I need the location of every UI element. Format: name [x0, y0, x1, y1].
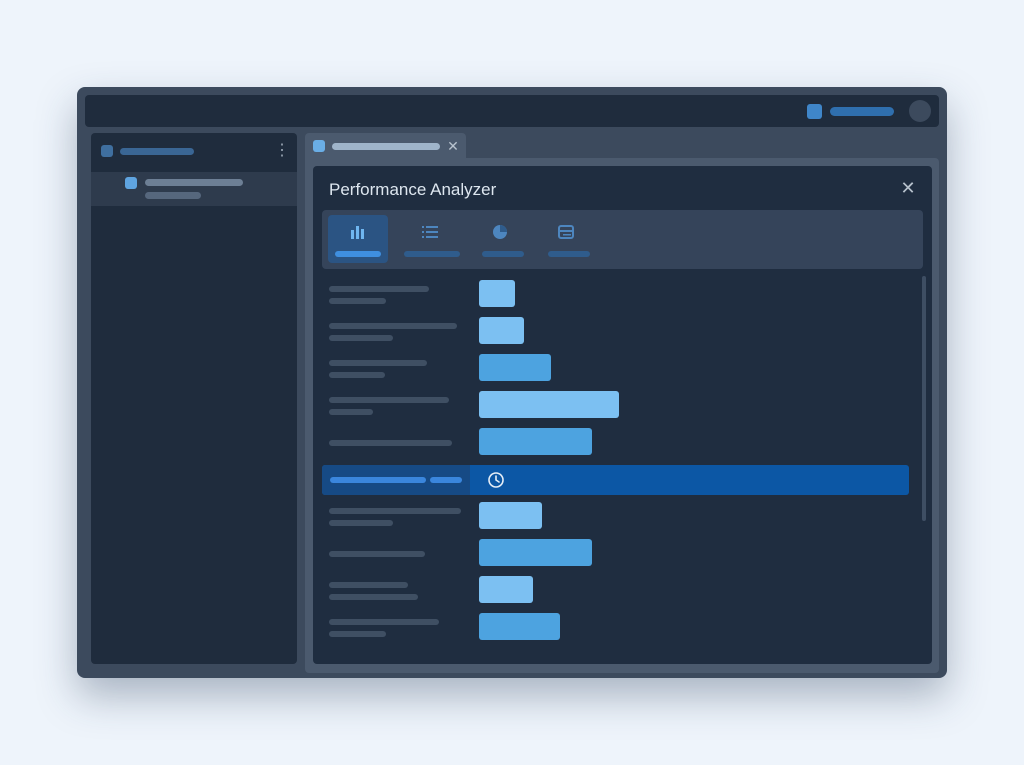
sidebar-header-icon	[101, 145, 113, 157]
tab-label-placeholder	[548, 251, 590, 257]
pie-chart-view-button[interactable]	[474, 215, 526, 263]
row-label-placeholder	[329, 582, 408, 588]
title-bar	[85, 95, 939, 127]
sidebar-header: ⋮	[91, 133, 297, 169]
row-label-placeholder	[329, 397, 449, 403]
performance-analyzer-dialog: Performance Analyzer ✕	[313, 166, 932, 664]
metric-bar	[479, 280, 515, 307]
metric-row[interactable]	[313, 428, 913, 458]
metric-row[interactable]	[313, 576, 913, 606]
scrollbar[interactable]	[922, 276, 926, 521]
account-square-icon[interactable]	[807, 104, 822, 119]
metric-bar	[479, 576, 533, 603]
metric-row[interactable]	[313, 539, 913, 569]
sidebar: ⋮	[91, 133, 297, 664]
table-view-button[interactable]	[540, 215, 592, 263]
tab-label-placeholder	[332, 143, 440, 150]
metric-row[interactable]	[313, 613, 913, 643]
close-icon[interactable]: ✕	[896, 176, 920, 200]
metric-bar	[479, 354, 551, 381]
account-name-placeholder[interactable]	[830, 107, 894, 116]
pie-chart-icon	[493, 225, 507, 239]
metric-bar	[479, 539, 592, 566]
row-label-placeholder	[329, 508, 461, 514]
row-sublabel-placeholder	[329, 372, 385, 378]
list-icon	[422, 226, 438, 238]
metric-bar	[479, 428, 592, 455]
tab-panel: Performance Analyzer ✕	[305, 158, 939, 673]
row-label-placeholder	[329, 551, 425, 557]
metric-bar	[479, 391, 619, 418]
dialog-title: Performance Analyzer	[329, 180, 497, 199]
clock-icon	[488, 472, 504, 488]
row-sublabel-placeholder	[329, 594, 418, 600]
row-sublabel-placeholder	[329, 631, 386, 637]
view-toolbar	[322, 210, 923, 269]
row-label-placeholder	[329, 440, 452, 446]
tab-label-placeholder	[482, 251, 524, 257]
metric-row[interactable]	[313, 391, 913, 421]
metric-row[interactable]	[313, 280, 913, 310]
tab-label-placeholder	[335, 251, 381, 257]
row-label-placeholder	[330, 477, 426, 483]
metric-bar	[479, 502, 542, 529]
metric-bar	[479, 317, 524, 344]
row-sublabel-placeholder	[329, 520, 393, 526]
row-label-placeholder	[329, 619, 439, 625]
metrics-list	[313, 278, 932, 664]
bar-chart-view-button[interactable]	[328, 215, 388, 263]
bar-chart-icon	[351, 226, 364, 239]
sidebar-item-subtitle-placeholder	[145, 192, 201, 199]
metric-row[interactable]	[313, 354, 913, 384]
file-icon	[125, 177, 137, 189]
row-label-placeholder	[329, 323, 457, 329]
tab-active[interactable]: ✕	[305, 133, 466, 159]
sidebar-item[interactable]	[91, 172, 297, 206]
row-sublabel-placeholder	[430, 477, 462, 483]
table-icon	[558, 225, 574, 239]
file-icon	[313, 140, 325, 152]
row-sublabel-placeholder	[329, 335, 393, 341]
metric-bar	[479, 613, 560, 640]
metric-row[interactable]	[313, 317, 913, 347]
metric-row[interactable]	[313, 502, 913, 532]
metric-row-selected[interactable]	[322, 465, 909, 495]
sidebar-item-title-placeholder	[145, 179, 243, 186]
sidebar-header-title-placeholder	[120, 148, 194, 155]
avatar[interactable]	[909, 100, 931, 122]
row-label-placeholder	[329, 360, 427, 366]
list-view-button[interactable]	[398, 215, 462, 263]
close-tab-icon[interactable]: ✕	[446, 136, 460, 156]
app-window: ⋮ ✕ Performance Analyzer ✕	[77, 87, 947, 678]
kebab-menu-icon[interactable]: ⋮	[274, 142, 290, 160]
row-label-placeholder	[329, 286, 429, 292]
tab-label-placeholder	[404, 251, 460, 257]
row-sublabel-placeholder	[329, 298, 386, 304]
row-sublabel-placeholder	[329, 409, 373, 415]
